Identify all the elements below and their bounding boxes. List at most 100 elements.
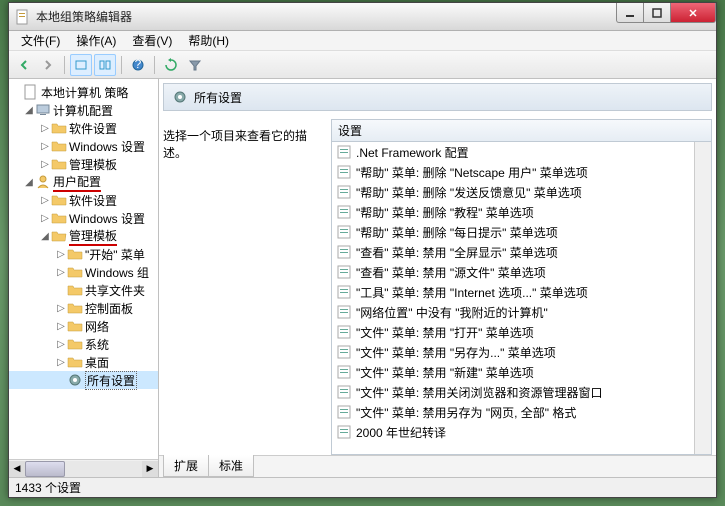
folder-icon bbox=[51, 120, 67, 136]
help-button[interactable]: ? bbox=[127, 54, 149, 76]
tree-system[interactable]: ▷系统 bbox=[9, 335, 158, 353]
menu-file[interactable]: 文件(F) bbox=[13, 30, 68, 51]
filter-button[interactable] bbox=[184, 54, 206, 76]
setting-icon bbox=[336, 384, 352, 400]
tree-cc-software[interactable]: ▷软件设置 bbox=[9, 119, 158, 137]
scroll-left-icon[interactable]: ◀ bbox=[9, 461, 25, 477]
setting-icon bbox=[336, 264, 352, 280]
tree-windows-comp[interactable]: ▷Windows 组 bbox=[9, 263, 158, 281]
back-button[interactable] bbox=[13, 54, 35, 76]
list-item[interactable]: "帮助" 菜单: 删除 "每日提示" 菜单选项 bbox=[332, 222, 694, 242]
tree-shared-folders[interactable]: 共享文件夹 bbox=[9, 281, 158, 299]
toolbar-btn-1[interactable] bbox=[70, 54, 92, 76]
menu-action[interactable]: 操作(A) bbox=[68, 30, 124, 51]
folder-icon bbox=[51, 210, 67, 226]
statusbar: 1433 个设置 bbox=[9, 477, 716, 497]
list-item[interactable]: "查看" 菜单: 禁用 "源文件" 菜单选项 bbox=[332, 262, 694, 282]
tree[interactable]: 本地计算机 策略 ◢计算机配置 ▷软件设置 ▷Windows 设置 ▷管理模板 … bbox=[9, 79, 158, 459]
tree-pane: 本地计算机 策略 ◢计算机配置 ▷软件设置 ▷Windows 设置 ▷管理模板 … bbox=[9, 79, 159, 477]
folder-icon bbox=[51, 192, 67, 208]
forward-button[interactable] bbox=[37, 54, 59, 76]
list-item[interactable]: "帮助" 菜单: 删除 "教程" 菜单选项 bbox=[332, 202, 694, 222]
user-icon bbox=[35, 174, 51, 190]
setting-icon bbox=[336, 324, 352, 340]
scroll-thumb[interactable] bbox=[25, 461, 65, 477]
tree-hscroll[interactable]: ◀ ▶ bbox=[9, 459, 158, 477]
list-item[interactable]: "文件" 菜单: 禁用 "打开" 菜单选项 bbox=[332, 322, 694, 342]
content-tabs: 扩展 标准 bbox=[159, 455, 716, 477]
menubar: 文件(F) 操作(A) 查看(V) 帮助(H) bbox=[9, 31, 716, 51]
toolbar-btn-2[interactable] bbox=[94, 54, 116, 76]
tree-cc-windows[interactable]: ▷Windows 设置 bbox=[9, 137, 158, 155]
folder-icon bbox=[67, 264, 83, 280]
setting-icon bbox=[336, 364, 352, 380]
tree-desktop[interactable]: ▷桌面 bbox=[9, 353, 158, 371]
setting-icon bbox=[336, 204, 352, 220]
tree-root[interactable]: 本地计算机 策略 bbox=[9, 83, 158, 101]
list-item[interactable]: .Net Framework 配置 bbox=[332, 142, 694, 162]
tree-uc-windows[interactable]: ▷Windows 设置 bbox=[9, 209, 158, 227]
list-item[interactable]: "网络位置" 中没有 "我附近的计算机" bbox=[332, 302, 694, 322]
maximize-button[interactable] bbox=[643, 3, 671, 23]
folder-icon bbox=[67, 336, 83, 352]
setting-icon bbox=[336, 224, 352, 240]
content-pane: 所有设置 选择一个项目来查看它的描述。 设置 .Net Framework 配置… bbox=[159, 79, 716, 477]
list-item[interactable]: 2000 年世纪转译 bbox=[332, 422, 694, 442]
tree-user-config[interactable]: ◢用户配置 bbox=[9, 173, 158, 191]
titlebar[interactable]: 本地组策略编辑器 bbox=[9, 3, 716, 31]
setting-icon bbox=[336, 184, 352, 200]
window-title: 本地组策略编辑器 bbox=[36, 8, 716, 25]
list-item[interactable]: "文件" 菜单: 禁用 "另存为..." 菜单选项 bbox=[332, 342, 694, 362]
list-vscroll[interactable] bbox=[694, 142, 711, 454]
status-text: 1433 个设置 bbox=[15, 479, 81, 496]
tree-uc-software[interactable]: ▷软件设置 bbox=[9, 191, 158, 209]
list-item[interactable]: "帮助" 菜单: 删除 "发送反馈意见" 菜单选项 bbox=[332, 182, 694, 202]
setting-icon bbox=[336, 424, 352, 440]
setting-icon bbox=[336, 284, 352, 300]
folder-icon bbox=[51, 156, 67, 172]
list-item[interactable]: "文件" 菜单: 禁用关闭浏览器和资源管理器窗口 bbox=[332, 382, 694, 402]
tree-control-panel[interactable]: ▷控制面板 bbox=[9, 299, 158, 317]
setting-icon bbox=[336, 304, 352, 320]
tree-computer-config[interactable]: ◢计算机配置 bbox=[9, 101, 158, 119]
description-text: 选择一个项目来查看它的描述。 bbox=[163, 129, 307, 160]
tab-standard[interactable]: 标准 bbox=[208, 455, 254, 477]
list-item[interactable]: "文件" 菜单: 禁用 "新建" 菜单选项 bbox=[332, 362, 694, 382]
close-button[interactable] bbox=[670, 3, 716, 23]
setting-icon bbox=[336, 144, 352, 160]
folder-icon bbox=[67, 282, 83, 298]
folder-icon bbox=[51, 138, 67, 154]
list-item[interactable]: "文件" 菜单: 禁用另存为 "网页, 全部" 格式 bbox=[332, 402, 694, 422]
setting-icon bbox=[336, 344, 352, 360]
minimize-button[interactable] bbox=[616, 3, 644, 23]
folder-icon bbox=[67, 318, 83, 334]
list-item[interactable]: "查看" 菜单: 禁用 "全屏显示" 菜单选项 bbox=[332, 242, 694, 262]
app-window: 本地组策略编辑器 文件(F) 操作(A) 查看(V) 帮助(H) ? 本地计算机… bbox=[8, 2, 717, 498]
svg-text:?: ? bbox=[135, 58, 142, 71]
computer-icon bbox=[35, 102, 51, 118]
list-item[interactable]: "帮助" 菜单: 删除 "Netscape 用户" 菜单选项 bbox=[332, 162, 694, 182]
policy-icon bbox=[23, 84, 39, 100]
tab-extended[interactable]: 扩展 bbox=[163, 455, 209, 477]
tree-cc-admin[interactable]: ▷管理模板 bbox=[9, 155, 158, 173]
toolbar: ? bbox=[9, 51, 716, 79]
list-item[interactable]: "工具" 菜单: 禁用 "Internet 选项..." 菜单选项 bbox=[332, 282, 694, 302]
scroll-right-icon[interactable]: ▶ bbox=[142, 461, 158, 477]
folder-icon bbox=[67, 246, 83, 262]
folder-icon bbox=[67, 354, 83, 370]
tree-all-settings[interactable]: 所有设置 bbox=[9, 371, 158, 389]
list-body[interactable]: .Net Framework 配置"帮助" 菜单: 删除 "Netscape 用… bbox=[332, 142, 694, 454]
tree-network[interactable]: ▷网络 bbox=[9, 317, 158, 335]
setting-icon bbox=[336, 244, 352, 260]
menu-help[interactable]: 帮助(H) bbox=[180, 30, 237, 51]
settings-icon bbox=[67, 372, 83, 388]
settings-icon bbox=[172, 89, 188, 105]
list-header[interactable]: 设置 bbox=[332, 120, 711, 142]
refresh-button[interactable] bbox=[160, 54, 182, 76]
folder-open-icon bbox=[51, 228, 67, 244]
tree-start-menu[interactable]: ▷"开始" 菜单 bbox=[9, 245, 158, 263]
menu-view[interactable]: 查看(V) bbox=[124, 30, 180, 51]
tree-uc-admin[interactable]: ◢管理模板 bbox=[9, 227, 158, 245]
app-icon bbox=[15, 9, 31, 25]
content-header: 所有设置 bbox=[163, 83, 712, 111]
